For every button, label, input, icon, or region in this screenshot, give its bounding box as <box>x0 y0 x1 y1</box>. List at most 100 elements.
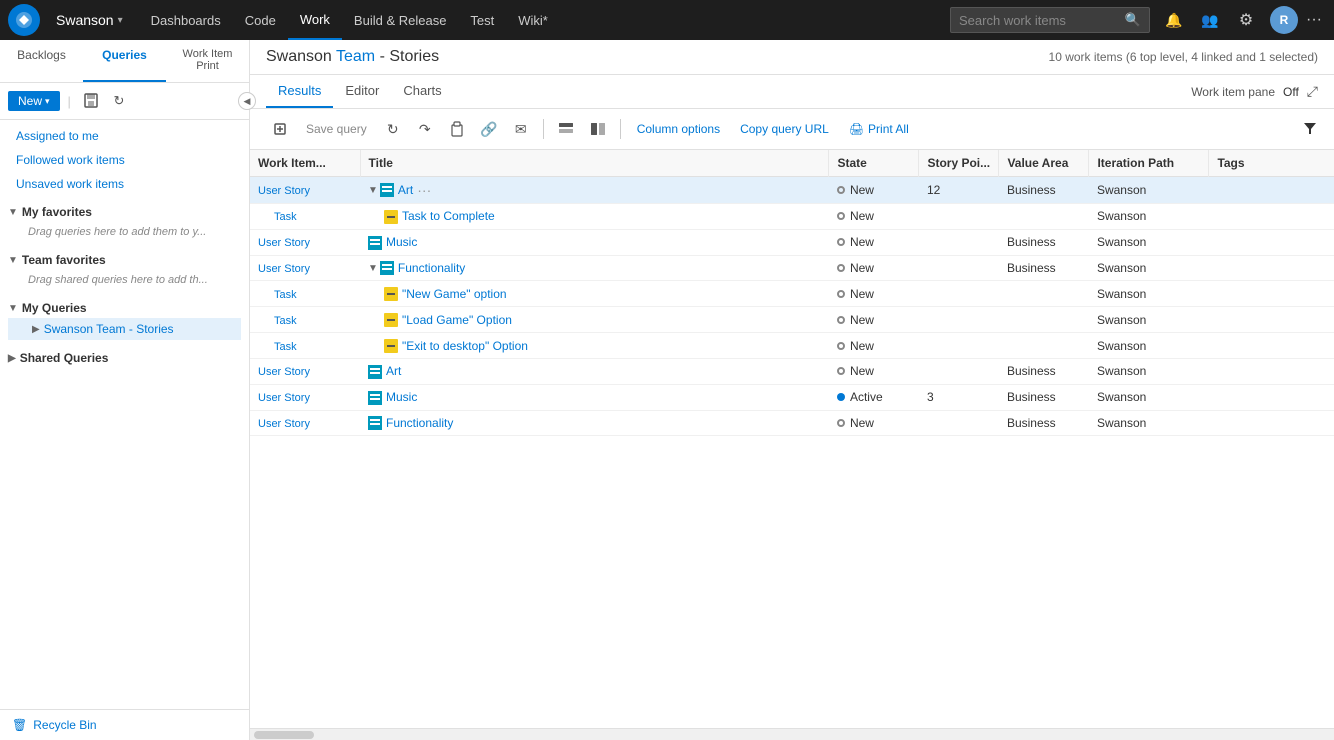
state-label: New <box>850 416 874 430</box>
task-icon <box>384 209 402 224</box>
table-row[interactable]: User StoryArtNewBusinessSwanson <box>250 358 1334 384</box>
col-story-points[interactable]: Story Poi... <box>919 150 999 177</box>
add-work-item-icon[interactable] <box>266 115 294 143</box>
nav-work[interactable]: Work <box>288 0 342 40</box>
filter-button[interactable] <box>1302 120 1318 139</box>
myqueries-arrow: ▼ <box>8 303 18 314</box>
redo-icon[interactable]: ↷ <box>411 115 439 143</box>
cell-state: New <box>829 410 919 436</box>
sidebar-query-swanson-stories[interactable]: ▶ Swanson Team - Stories <box>8 318 241 340</box>
work-item-type-label: User Story <box>258 418 310 430</box>
table-row[interactable]: User Story▼Art···New12BusinessSwanson <box>250 177 1334 204</box>
table-row[interactable]: User StoryMusicNewBusinessSwanson <box>250 229 1334 255</box>
title-link[interactable]: Functionality <box>386 416 453 430</box>
sidebar-footer[interactable]: 🗑 Recycle Bin <box>0 709 249 740</box>
nav-wiki[interactable]: Wiki* <box>506 0 560 40</box>
table-row[interactable]: Task"Exit to desktop" OptionNewSwanson <box>250 333 1334 359</box>
expand-icon[interactable]: ⤢ <box>1307 83 1318 100</box>
nav-build-release[interactable]: Build & Release <box>342 0 459 40</box>
user-avatar[interactable]: R <box>1270 6 1298 34</box>
title-link[interactable]: Music <box>386 235 417 249</box>
view-toggle-1[interactable] <box>552 115 580 143</box>
title-link[interactable]: Task to Complete <box>402 209 495 223</box>
expand-arrow[interactable]: ▼ <box>368 185 378 196</box>
title-link[interactable]: Art <box>398 183 413 197</box>
tab-results[interactable]: Results <box>266 75 333 108</box>
print-label: Print All <box>868 122 909 136</box>
settings-icon[interactable]: ⚙ <box>1230 4 1262 36</box>
row-ellipsis[interactable]: ··· <box>413 182 435 198</box>
content-tabs-right: Work item pane Off ⤢ <box>1191 83 1318 100</box>
col-title[interactable]: Title <box>360 150 829 177</box>
cell-title: Music <box>360 384 829 410</box>
title-link[interactable]: Art <box>386 364 401 378</box>
sidebar-collapse-button[interactable]: ◀ <box>238 92 256 110</box>
nav-test[interactable]: Test <box>458 0 506 40</box>
col-value-area[interactable]: Value Area <box>999 150 1089 177</box>
sidebar-section-myfavorites-header[interactable]: ▼ My favorites <box>8 202 241 222</box>
sidebar-section-shared-header[interactable]: ▶ Shared Queries <box>8 348 241 368</box>
horizontal-scrollbar[interactable] <box>250 728 1334 740</box>
table-row[interactable]: User Story▼FunctionalityNewBusinessSwans… <box>250 255 1334 281</box>
sidebar-link-followed[interactable]: Followed work items <box>0 148 249 172</box>
clipboard-icon[interactable] <box>443 115 471 143</box>
col-tags[interactable]: Tags <box>1209 150 1334 177</box>
title-link[interactable]: "Load Game" Option <box>402 313 512 327</box>
tab-editor[interactable]: Editor <box>333 75 391 108</box>
title-cell-content: ▼ Functionality <box>368 261 821 276</box>
sidebar-section-myqueries-header[interactable]: ▼ My Queries <box>8 298 241 318</box>
cell-iteration-path: Swanson <box>1089 384 1209 410</box>
table-row[interactable]: User StoryFunctionalityNewBusinessSwanso… <box>250 410 1334 436</box>
work-item-type-label: User Story <box>258 392 310 404</box>
myfavorites-placeholder: Drag queries here to add them to y... <box>8 222 241 242</box>
search-bar[interactable]: 🔍 <box>950 7 1150 33</box>
cell-tags <box>1209 255 1334 281</box>
email-icon[interactable]: ✉ <box>507 115 535 143</box>
new-button[interactable]: New ▾ <box>8 91 60 111</box>
col-type[interactable]: Work Item... <box>250 150 360 177</box>
sidebar-link-unsaved[interactable]: Unsaved work items <box>0 172 249 196</box>
search-input[interactable] <box>959 13 1125 28</box>
title-link[interactable]: Functionality <box>398 261 465 275</box>
column-options-button[interactable]: Column options <box>629 118 728 140</box>
nav-code[interactable]: Code <box>233 0 288 40</box>
table-row[interactable]: Task"Load Game" OptionNewSwanson <box>250 307 1334 333</box>
people-icon[interactable]: 👥 <box>1194 4 1226 36</box>
work-items-grid: Work Item... Title State Story Poi... Va… <box>250 150 1334 436</box>
off-label[interactable]: Off <box>1283 85 1299 99</box>
cell-type: User Story <box>250 177 360 204</box>
print-all-button[interactable]: 🖨 Print All <box>841 118 917 140</box>
sidebar-tab-backlogs[interactable]: Backlogs <box>0 40 83 82</box>
notifications-icon[interactable]: 🔔 <box>1158 4 1190 36</box>
project-name[interactable]: Swanson ▾ <box>48 12 131 28</box>
app-logo[interactable] <box>8 4 40 36</box>
title-link[interactable]: "New Game" option <box>402 287 507 301</box>
cell-state: New <box>829 281 919 307</box>
nav-dashboards[interactable]: Dashboards <box>139 0 233 40</box>
col-iteration-path[interactable]: Iteration Path <box>1089 150 1209 177</box>
state-cell-content: Active <box>837 390 911 404</box>
table-row[interactable]: TaskTask to CompleteNewSwanson <box>250 204 1334 230</box>
copy-query-url-button[interactable]: Copy query URL <box>732 118 837 140</box>
state-cell-content: New <box>837 287 911 301</box>
view-toggle-2[interactable] <box>584 115 612 143</box>
col-state[interactable]: State <box>829 150 919 177</box>
link-icon[interactable]: 🔗 <box>475 115 503 143</box>
more-options[interactable]: ··· <box>1302 11 1326 29</box>
tab-charts[interactable]: Charts <box>391 75 453 108</box>
cell-type: User Story <box>250 384 360 410</box>
sidebar-tab-queries[interactable]: Queries <box>83 40 166 82</box>
sidebar-section-teamfavorites-header[interactable]: ▼ Team favorites <box>8 250 241 270</box>
table-row[interactable]: Task"New Game" optionNewSwanson <box>250 281 1334 307</box>
sidebar-tab-print[interactable]: Work Item Print <box>166 40 249 82</box>
refresh-icon[interactable]: ↻ <box>107 89 131 113</box>
expand-arrow[interactable]: ▼ <box>368 263 378 274</box>
table-row[interactable]: User StoryMusicActive3BusinessSwanson <box>250 384 1334 410</box>
sidebar-link-assigned[interactable]: Assigned to me <box>0 124 249 148</box>
save-query-button[interactable]: Save query <box>298 118 375 140</box>
refresh-query-icon[interactable]: ↻ <box>379 115 407 143</box>
cell-story-points <box>919 333 999 359</box>
title-link[interactable]: Music <box>386 390 417 404</box>
save-icon[interactable] <box>79 89 103 113</box>
title-link[interactable]: "Exit to desktop" Option <box>402 339 528 353</box>
